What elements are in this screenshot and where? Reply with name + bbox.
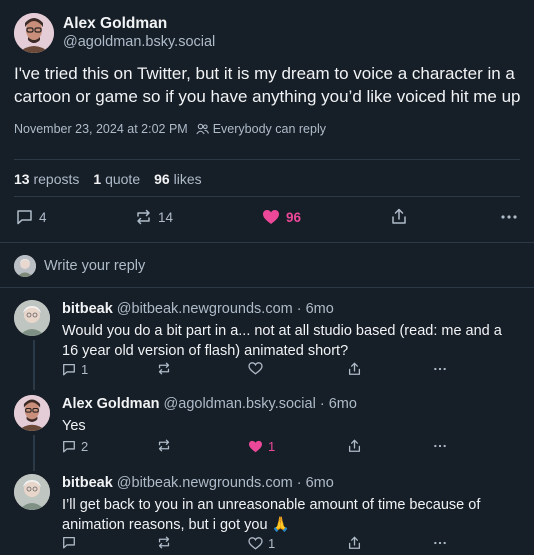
reply-count: 1: [81, 362, 89, 377]
repost-button[interactable]: [157, 536, 176, 549]
ellipsis-icon: [432, 439, 448, 453]
ellipsis-icon: [432, 536, 448, 550]
ellipsis-icon: [432, 362, 448, 376]
heart-outline-icon: [248, 537, 263, 550]
like-button[interactable]: [248, 362, 268, 375]
reply-author-handle[interactable]: @agoldman.bsky.social: [164, 396, 316, 412]
reply-text: Would you do a bit part in a... not at a…: [62, 323, 502, 359]
more-options-button[interactable]: [432, 439, 453, 453]
reply-icon: [16, 209, 33, 225]
reposts-stat[interactable]: 13 reposts: [14, 171, 79, 187]
post-timestamp[interactable]: November 23, 2024 at 2:02 PM: [14, 122, 188, 136]
thread-line: [33, 340, 35, 390]
reply-header: Alex Goldman @agoldman.bsky.social · 6mo: [62, 395, 520, 413]
divider: [14, 159, 520, 160]
heart-filled-icon: [248, 440, 263, 453]
current-user-avatar: [14, 255, 36, 277]
like-button[interactable]: 1: [248, 536, 275, 551]
like-count: 1: [268, 439, 276, 454]
like-count: 1: [268, 536, 276, 551]
author-handle[interactable]: @agoldman.bsky.social: [63, 33, 215, 52]
share-icon: [348, 362, 361, 376]
main-post: Alex Goldman @agoldman.bsky.social I've …: [0, 0, 534, 137]
divider: [0, 287, 534, 288]
reply-icon: [62, 440, 76, 453]
share-icon: [348, 439, 361, 453]
reply-setting[interactable]: Everybody can reply: [196, 122, 326, 136]
reply-author-name[interactable]: bitbeak: [62, 475, 113, 491]
repost-button[interactable]: 14: [135, 209, 173, 225]
reply-time[interactable]: · 6mo: [297, 475, 334, 491]
repost-icon: [157, 362, 171, 375]
reply-actions: 2 1: [62, 439, 460, 457]
reply-icon: [62, 363, 76, 376]
repost-icon: [157, 536, 171, 549]
reply-author-handle[interactable]: @bitbeak.newgrounds.com: [117, 301, 293, 317]
write-reply-prompt[interactable]: Write your reply: [14, 255, 145, 277]
reply-button[interactable]: 2: [62, 439, 88, 454]
reply-author-avatar[interactable]: [14, 395, 50, 431]
reply-button[interactable]: 4: [16, 209, 47, 225]
more-options-button[interactable]: [432, 362, 453, 376]
share-button[interactable]: [391, 208, 413, 225]
reply-actions: 1: [62, 362, 460, 380]
thread-line: [33, 435, 35, 471]
heart-outline-icon: [248, 362, 263, 375]
quotes-stat[interactable]: 1 quote: [93, 171, 140, 187]
post-meta: November 23, 2024 at 2:02 PM Everybody c…: [14, 121, 518, 137]
post-header: Alex Goldman @agoldman.bsky.social: [14, 12, 518, 54]
divider: [0, 242, 534, 243]
reply-text: I’ll get back to you in an unreasonable …: [62, 497, 481, 533]
reply-author-name[interactable]: bitbeak: [62, 301, 113, 317]
share-button[interactable]: [348, 362, 366, 376]
author-avatar[interactable]: [14, 13, 54, 53]
reply-text: Yes: [62, 418, 86, 434]
post-stats: 13 reposts 1 quote 96 likes: [14, 171, 202, 187]
repost-icon: [157, 439, 171, 452]
share-icon: [348, 536, 361, 550]
post-actions: 4 14 96: [14, 208, 520, 230]
more-options-button[interactable]: [432, 536, 453, 550]
reply-count: 2: [81, 439, 89, 454]
post-text: I've tried this on Twitter, but it is my…: [14, 64, 521, 106]
repost-icon: [135, 209, 152, 225]
like-button[interactable]: 96: [262, 209, 301, 225]
reply-time[interactable]: · 6mo: [297, 301, 334, 317]
heart-filled-icon: [262, 209, 280, 225]
reply-setting-label: Everybody can reply: [212, 122, 326, 136]
reply-button[interactable]: 1: [62, 362, 88, 377]
reply-header: bitbeak @bitbeak.newgrounds.com · 6mo: [62, 474, 520, 492]
repost-count: 14: [158, 209, 174, 225]
ellipsis-icon: [500, 208, 518, 226]
like-button[interactable]: 1: [248, 439, 275, 454]
repost-button[interactable]: [157, 362, 176, 375]
share-icon: [391, 208, 407, 225]
write-reply-placeholder: Write your reply: [44, 258, 146, 274]
repost-button[interactable]: [157, 439, 176, 452]
reply-actions: 1: [62, 536, 460, 554]
share-button[interactable]: [348, 536, 366, 550]
likes-stat[interactable]: 96 likes: [154, 171, 201, 187]
people-icon: [196, 123, 209, 135]
reply-author-avatar[interactable]: [14, 300, 50, 336]
reply-header: bitbeak @bitbeak.newgrounds.com · 6mo: [62, 300, 520, 318]
reply-author-avatar[interactable]: [14, 474, 50, 510]
reply-time[interactable]: · 6mo: [320, 396, 357, 412]
reply-count: 4: [39, 209, 47, 225]
reply-author-handle[interactable]: @bitbeak.newgrounds.com: [117, 475, 293, 491]
share-button[interactable]: [348, 439, 366, 453]
divider: [14, 196, 520, 197]
more-options-button[interactable]: [500, 208, 524, 226]
reply-icon: [62, 536, 76, 549]
reply-item[interactable]: bitbeak @bitbeak.newgrounds.com · 6mo I’…: [14, 474, 520, 536]
like-count: 96: [286, 209, 302, 225]
reply-author-name[interactable]: Alex Goldman: [62, 396, 160, 412]
author-name[interactable]: Alex Goldman: [63, 14, 215, 33]
reply-button[interactable]: [62, 536, 81, 549]
